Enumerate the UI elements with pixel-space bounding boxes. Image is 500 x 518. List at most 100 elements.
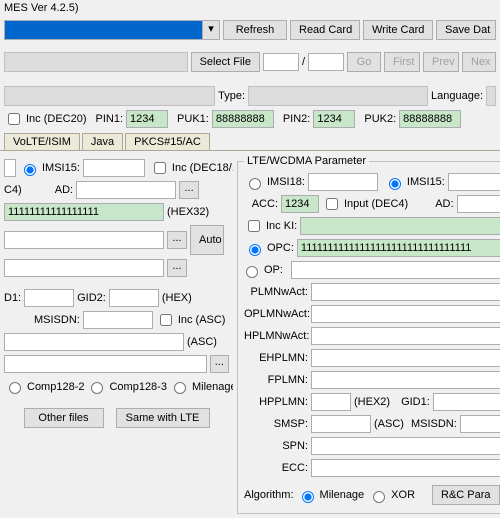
algo-milenage-label: Milenage bbox=[320, 489, 365, 501]
hplmn-input[interactable] bbox=[311, 327, 500, 345]
algo-xor-label: XOR bbox=[391, 489, 415, 501]
hex-label: (HEX) bbox=[162, 292, 192, 304]
imsi15-label: IMSI15: bbox=[42, 162, 80, 174]
oplmn-input[interactable] bbox=[311, 305, 500, 323]
c4-label: C4) bbox=[4, 184, 22, 196]
smsp-input[interactable] bbox=[311, 415, 371, 433]
gid2-label: GID2: bbox=[77, 292, 106, 304]
other-files-button[interactable]: Other files bbox=[24, 408, 104, 428]
acc-input[interactable] bbox=[281, 195, 319, 213]
algo-milenage-radio[interactable] bbox=[302, 491, 314, 503]
file-index-input[interactable] bbox=[263, 53, 299, 71]
r-asc-label: (ASC) bbox=[374, 418, 404, 430]
ad-input[interactable] bbox=[76, 181, 176, 199]
r-msisdn-input[interactable] bbox=[460, 415, 500, 433]
comp1282-radio[interactable] bbox=[9, 382, 21, 394]
row5-more-button[interactable]: ... bbox=[167, 259, 187, 277]
oplmn-label: OPLMNwAct: bbox=[244, 308, 308, 320]
read-card-button[interactable]: Read Card bbox=[290, 20, 360, 40]
same-with-lte-button[interactable]: Same with LTE bbox=[116, 408, 210, 428]
ki-input[interactable] bbox=[300, 217, 500, 235]
pin1-input[interactable] bbox=[126, 110, 168, 128]
plmn-input[interactable] bbox=[311, 283, 500, 301]
ecc-input[interactable] bbox=[311, 459, 500, 477]
hex32-input[interactable] bbox=[4, 203, 164, 221]
row4-more-button[interactable]: ... bbox=[167, 231, 187, 249]
algo-xor-radio[interactable] bbox=[373, 491, 385, 503]
tab-pkcs[interactable]: PKCS#15/AC bbox=[125, 133, 210, 150]
comp1282-label: Comp128-2 bbox=[27, 381, 84, 393]
milenage-radio[interactable] bbox=[174, 382, 186, 394]
imsi18-radio[interactable] bbox=[249, 178, 261, 190]
hpplmn-input[interactable] bbox=[311, 393, 351, 411]
inc-dec1815-checkbox[interactable] bbox=[154, 162, 166, 174]
file-total-input[interactable] bbox=[308, 53, 344, 71]
d1-label: D1: bbox=[4, 292, 21, 304]
asc-long-input[interactable] bbox=[4, 333, 184, 351]
gid1-label: GID1: bbox=[401, 396, 430, 408]
algorithm-label: Algorithm: bbox=[244, 489, 294, 501]
rc-para-button[interactable]: R&C Para bbox=[432, 485, 500, 505]
ehplmn-label: EHPLMN: bbox=[244, 352, 308, 364]
long-input-2[interactable] bbox=[4, 355, 207, 373]
input-dec4-checkbox[interactable] bbox=[326, 198, 338, 210]
chevron-down-icon[interactable]: ▾ bbox=[202, 20, 220, 40]
tab-java[interactable]: Java bbox=[82, 133, 123, 150]
gid1-input[interactable] bbox=[433, 393, 500, 411]
tab-volte-isim[interactable]: VoLTE/ISIM bbox=[4, 133, 80, 150]
first-button[interactable]: First bbox=[384, 52, 420, 72]
puk2-input[interactable] bbox=[399, 110, 461, 128]
write-card-button[interactable]: Write Card bbox=[363, 20, 433, 40]
row4-input[interactable] bbox=[4, 231, 164, 249]
window-title: MES Ver 4.2.5) bbox=[0, 2, 500, 18]
inc-dec1815-label: Inc (DEC18/15) bbox=[172, 162, 233, 174]
plmn-label: PLMNwAct: bbox=[244, 286, 308, 298]
next-button[interactable]: Nex bbox=[462, 52, 496, 72]
r-imsi15-input[interactable] bbox=[448, 173, 500, 191]
d1-input[interactable] bbox=[24, 289, 74, 307]
r-msisdn-label: MSISDN: bbox=[411, 418, 457, 430]
language-display bbox=[486, 86, 496, 106]
r-ad-label: AD: bbox=[435, 198, 453, 210]
inc-dec20-label: Inc (DEC20) bbox=[26, 113, 87, 125]
slash-label: / bbox=[302, 56, 305, 68]
gid2-input[interactable] bbox=[109, 289, 159, 307]
op-input[interactable] bbox=[291, 261, 500, 279]
comp1283-label: Comp128-3 bbox=[109, 381, 166, 393]
smsp-label: SMSP: bbox=[244, 418, 308, 430]
spn-input[interactable] bbox=[311, 437, 500, 455]
op-radio[interactable] bbox=[246, 266, 258, 278]
puk1-input[interactable] bbox=[212, 110, 274, 128]
inc-ki-checkbox[interactable] bbox=[248, 220, 260, 232]
hplmn-label: HPLMNwAct: bbox=[244, 330, 308, 342]
save-data-button[interactable]: Save Dat bbox=[436, 20, 496, 40]
imsi18-input[interactable] bbox=[308, 173, 378, 191]
fplmn-label: FPLMN: bbox=[244, 374, 308, 386]
long2-more-button[interactable]: ... bbox=[210, 355, 229, 373]
ad-more-button[interactable]: ... bbox=[179, 181, 199, 199]
imsi15-radio[interactable] bbox=[24, 164, 36, 176]
prev-button[interactable]: Prev bbox=[423, 52, 459, 72]
r-imsi15-radio[interactable] bbox=[389, 178, 401, 190]
auto-button[interactable]: Auto bbox=[190, 225, 224, 255]
top-dropdown[interactable]: ▾ bbox=[4, 20, 220, 40]
ehplmn-input[interactable] bbox=[311, 349, 500, 367]
spn-label: SPN: bbox=[244, 440, 308, 452]
inc-dec20-checkbox[interactable] bbox=[8, 113, 20, 125]
info-bar bbox=[4, 86, 215, 106]
left-first-input[interactable] bbox=[4, 159, 16, 177]
msisdn-inc-checkbox[interactable] bbox=[160, 314, 172, 326]
r-ad-input[interactable] bbox=[457, 195, 500, 213]
comp1283-radio[interactable] bbox=[91, 382, 103, 394]
go-button[interactable]: Go bbox=[347, 52, 381, 72]
msisdn-input[interactable] bbox=[83, 311, 153, 329]
refresh-button[interactable]: Refresh bbox=[223, 20, 287, 40]
opc-input[interactable] bbox=[297, 239, 500, 257]
opc-radio[interactable] bbox=[249, 244, 261, 256]
row5-input[interactable] bbox=[4, 259, 164, 277]
select-file-button[interactable]: Select File bbox=[191, 52, 260, 72]
imsi15-input[interactable] bbox=[83, 159, 145, 177]
fplmn-input[interactable] bbox=[311, 371, 500, 389]
pin2-input[interactable] bbox=[313, 110, 355, 128]
msisdn-label: MSISDN: bbox=[34, 314, 80, 326]
